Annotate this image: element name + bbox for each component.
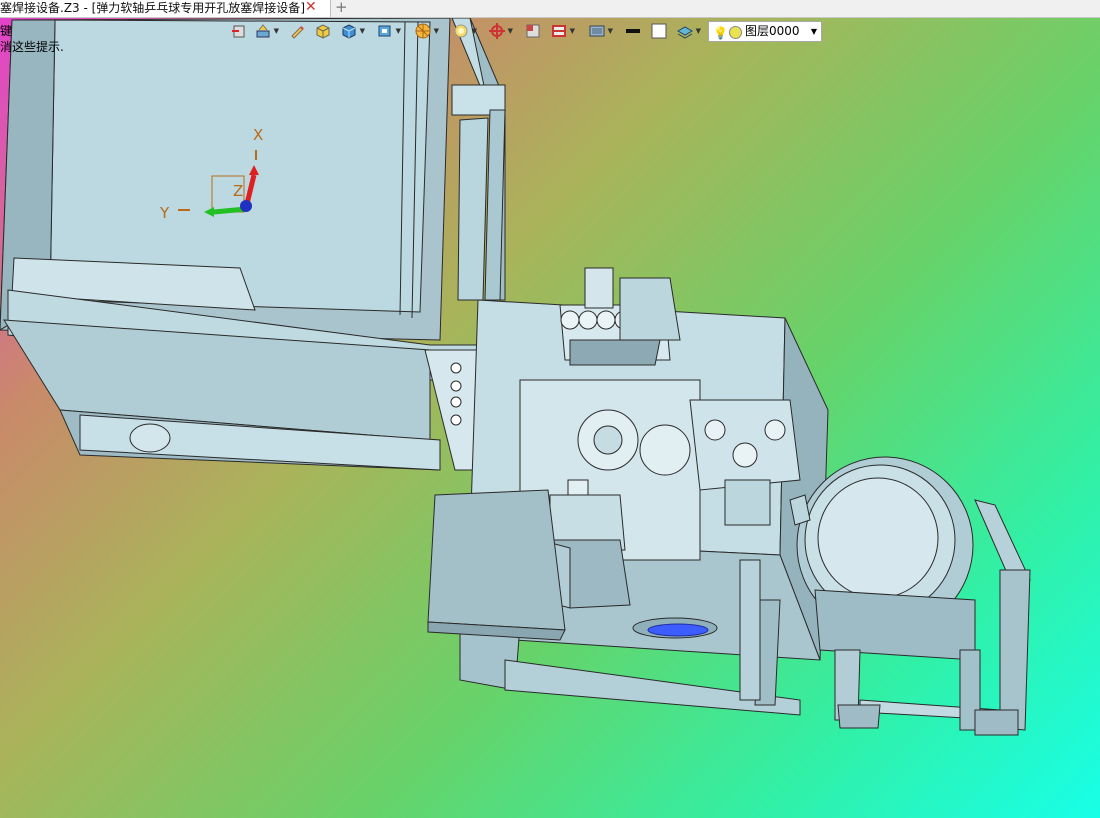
document-tab[interactable]: 塞焊接设备.Z3 - [弹力软轴乒乓球专用开孔放塞焊接设备] ✕ [0, 0, 331, 17]
display-icon[interactable]: ▼ [588, 22, 613, 40]
layer-select-value: 图层0000 [745, 24, 800, 38]
exit-sketch-icon[interactable] [230, 22, 248, 40]
chevron-down-icon[interactable]: ▼ [811, 22, 817, 41]
side-cover [427, 489, 566, 641]
layer-select[interactable]: 💡 图层0000 ▼ [708, 21, 822, 42]
cabinet-frame [451, 17, 506, 301]
close-tab-icon[interactable]: ✕ [305, 0, 317, 16]
layer-color-icon [729, 26, 742, 39]
layer-stack-icon[interactable]: ▼ [676, 22, 701, 40]
fill-color-icon[interactable] [650, 22, 668, 40]
new-tab-icon[interactable]: + [335, 0, 348, 16]
cad-model-scene[interactable]: X Y Z [0, 0, 1100, 818]
origin-icon[interactable]: ▼ [488, 22, 513, 40]
document-tab-title: 塞焊接设备.Z3 - [弹力软轴乒乓球专用开孔放塞焊接设备] [0, 1, 305, 15]
pencil-icon[interactable] [288, 22, 306, 40]
lightbulb-icon: 💡 [713, 26, 728, 40]
hint-text-line2: 消这些提示. [0, 40, 64, 54]
axis-x-label: X [253, 126, 263, 144]
axis-z-label: Z [233, 182, 243, 200]
document-tab-bar: 塞焊接设备.Z3 - [弹力软轴乒乓球专用开孔放塞焊接设备] ✕ + [0, 0, 1100, 18]
solid-shade-icon[interactable] [314, 22, 332, 40]
axis-y-label: Y [159, 204, 170, 222]
move-icon[interactable]: ▼ [254, 22, 279, 40]
base-motor [632, 617, 718, 639]
view-cube-icon[interactable]: ▼ [376, 22, 401, 40]
section-icon[interactable] [524, 22, 542, 40]
render-icon[interactable]: ▼ [414, 22, 439, 40]
gripper-module [559, 267, 681, 366]
light-icon[interactable]: ▼ [452, 22, 477, 40]
hint-text-line1: 键 [0, 24, 13, 38]
3d-viewport[interactable]: 塞焊接设备.Z3 - [弹力软轴乒乓球专用开孔放塞焊接设备] ✕ + 键 消这些… [0, 0, 1100, 818]
line-color-icon[interactable] [624, 22, 642, 40]
box-view-icon[interactable]: ▼ [340, 22, 365, 40]
plane-icon[interactable]: ▼ [550, 22, 575, 40]
view-toolbar: ▼ ▼ ▼ ▼ ▼ ▼ ▼ ▼ ▼ 💡 图层0000 ▼ [226, 20, 826, 42]
